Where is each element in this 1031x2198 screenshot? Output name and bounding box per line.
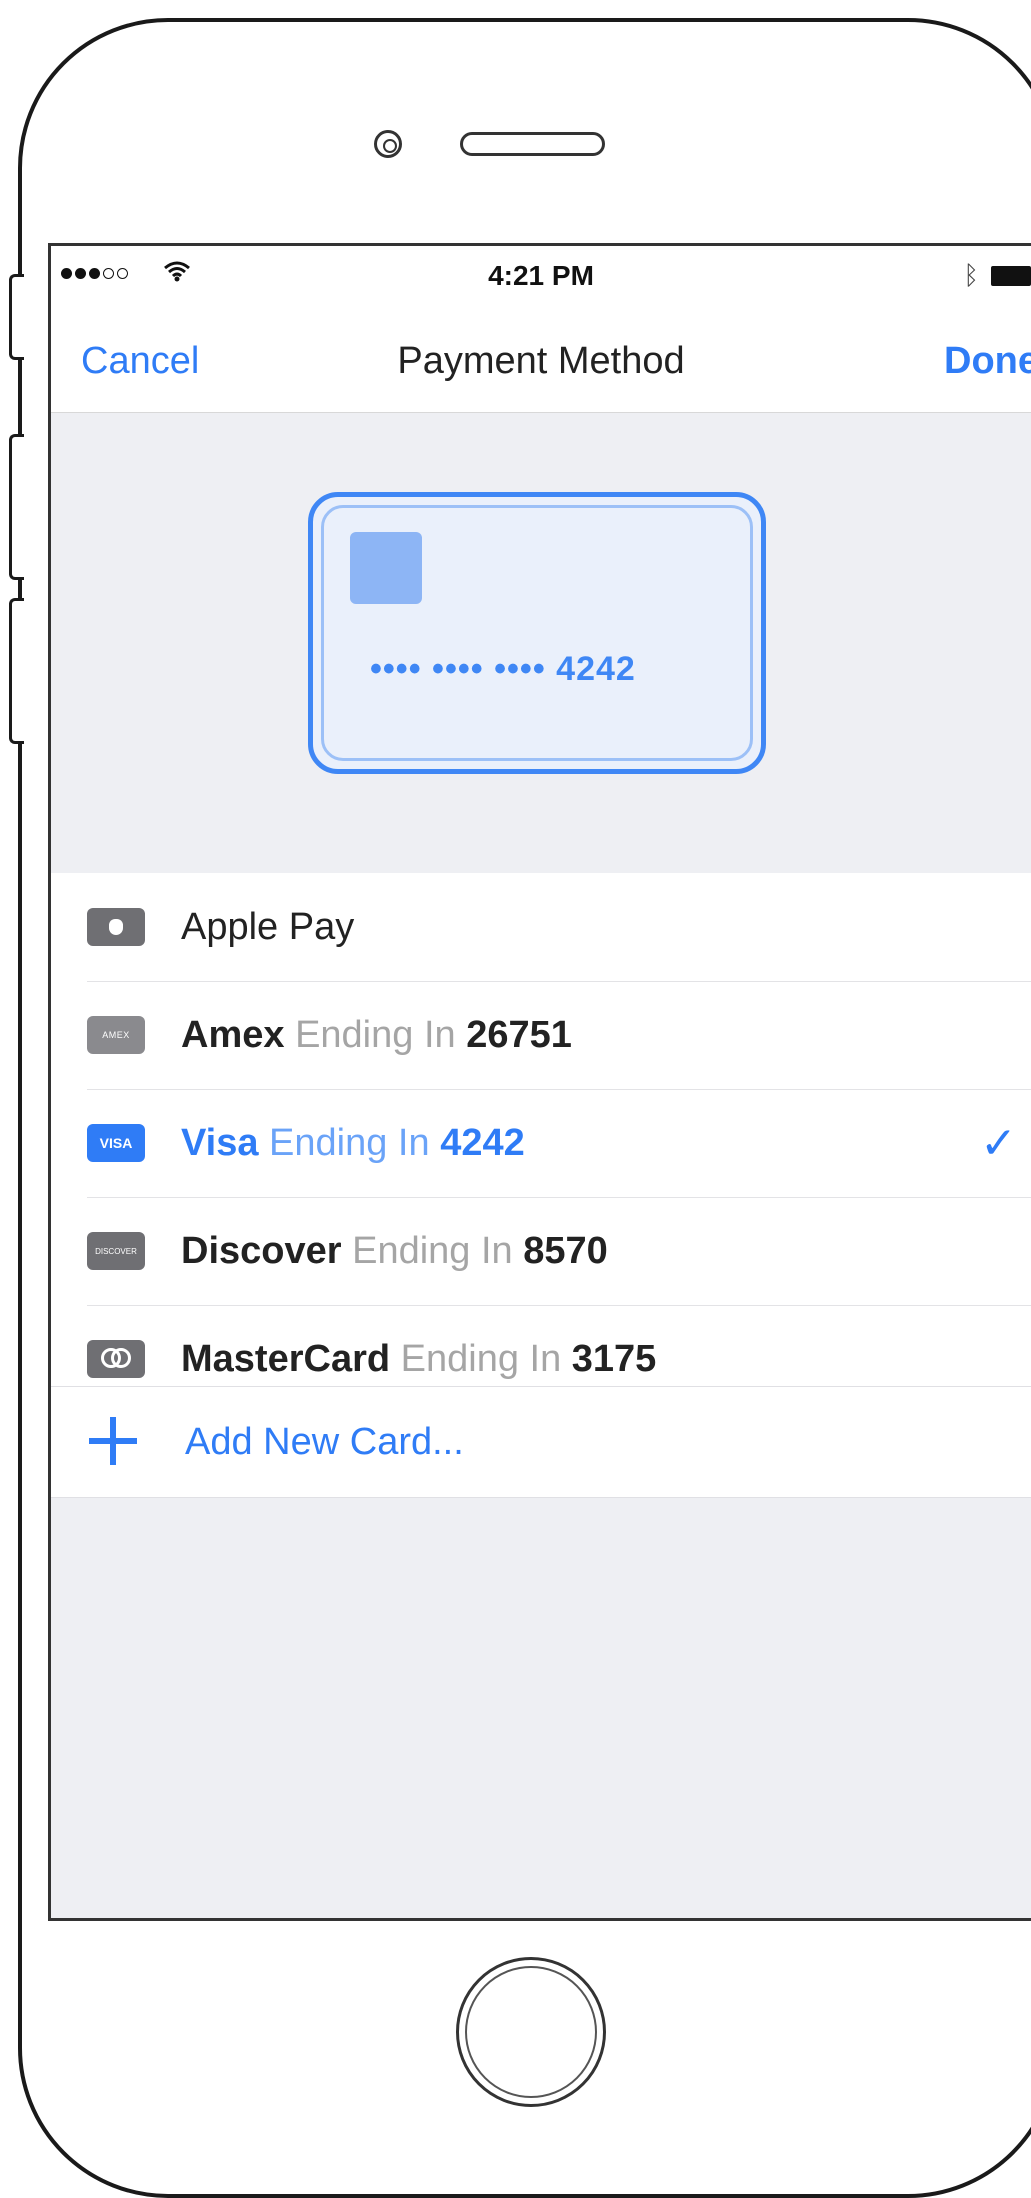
- volume-up-button: [9, 434, 24, 580]
- add-new-card-button[interactable]: Add New Card...: [51, 1386, 1031, 1498]
- add-new-card-label: Add New Card...: [185, 1421, 464, 1463]
- front-camera-icon: [374, 130, 402, 158]
- payment-brand: MasterCard: [181, 1337, 391, 1380]
- speaker-icon: [460, 132, 605, 156]
- payment-card-number: 3175: [571, 1337, 657, 1380]
- payment-row-apple-pay[interactable]: Apple Pay: [51, 873, 1031, 981]
- payment-ending-label: Ending In: [295, 1013, 456, 1056]
- payment-ending-label: Ending In: [400, 1337, 562, 1380]
- page-title: Payment Method: [397, 340, 685, 382]
- payment-row-visa[interactable]: VISA Visa Ending In 4242 ✓: [51, 1089, 1031, 1197]
- bluetooth-icon: ᛒ: [963, 260, 979, 290]
- discover-icon: DISCOVER: [87, 1232, 145, 1270]
- card-preview: •••• •••• •••• 4242: [308, 492, 766, 774]
- payment-ending-label: Ending In: [269, 1121, 430, 1164]
- checkmark-icon: ✓: [980, 1118, 1017, 1168]
- card-chip-icon: [350, 532, 422, 604]
- battery-icon: [991, 266, 1031, 286]
- payment-brand: Amex: [181, 1013, 285, 1056]
- home-button[interactable]: [456, 1957, 606, 2107]
- volume-down-button: [9, 598, 24, 744]
- status-time: 4:21 PM: [488, 260, 594, 291]
- amex-icon: AMEX: [87, 1016, 145, 1054]
- payment-row-discover[interactable]: DISCOVER Discover Ending In 8570: [51, 1197, 1031, 1305]
- payment-ending-label: Ending In: [352, 1229, 513, 1272]
- apple-pay-icon: [87, 908, 145, 946]
- visa-icon: VISA: [87, 1124, 145, 1162]
- payment-brand: Apple Pay: [181, 905, 355, 948]
- status-bar: 4:21 PM ᛒ: [51, 246, 1031, 304]
- payment-card-number: 4242: [440, 1121, 525, 1164]
- payment-brand: Discover: [181, 1229, 342, 1272]
- payment-row-amex[interactable]: AMEX Amex Ending In 26751: [51, 981, 1031, 1089]
- card-preview-number: •••• •••• •••• 4242: [370, 650, 636, 688]
- payment-card-number: 8570: [523, 1229, 608, 1272]
- done-button[interactable]: Done: [944, 340, 1031, 383]
- mute-switch: [9, 274, 24, 360]
- mastercard-icon: [87, 1340, 145, 1378]
- navigation-bar: Cancel Payment Method Done: [51, 304, 1031, 413]
- payment-method-list: Apple Pay AMEX Amex Ending In 26751 VISA…: [51, 873, 1031, 1413]
- screen: 4:21 PM ᛒ Cancel Payment Method Done •••…: [48, 243, 1031, 1921]
- payment-brand: Visa: [181, 1121, 259, 1164]
- plus-icon: [89, 1417, 137, 1465]
- payment-card-number: 26751: [466, 1013, 572, 1056]
